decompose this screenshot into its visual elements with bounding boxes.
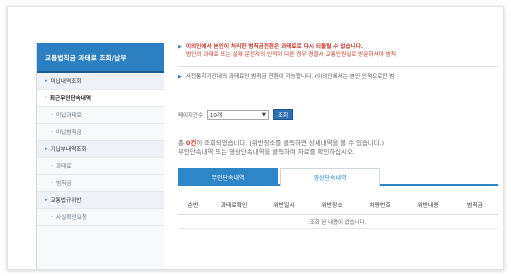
dot-icon: · bbox=[45, 95, 47, 101]
column-header: 위반내용 bbox=[417, 203, 439, 209]
column-header: 차량번호 bbox=[369, 203, 391, 209]
results-table: 순번 과태료확인 위반일시 위반장소 차량번호 위반내용 범칙금 조회 된 내용… bbox=[178, 195, 498, 229]
screenshot-frame: 교통법칙금 과태료 조회/납부 ▸ 미납내역조회 · 최근무인단속내역 - 미납… bbox=[7, 6, 504, 270]
sidebar-item-label: 최근무인단속내역 bbox=[49, 96, 92, 102]
divider bbox=[178, 66, 498, 67]
arrow-right-icon: ▶ bbox=[178, 44, 182, 50]
page-size-label: 페이지건수 bbox=[178, 112, 203, 119]
notice-line: 이의인에서 본인이 처리한 범칙금전환은 과태료로 다시 되돌릴 수 없습니다. bbox=[185, 44, 364, 50]
sidebar-item-traffic-violation[interactable]: ▸ 교통법규위반 bbox=[37, 192, 164, 209]
column-header: 범칙금 bbox=[467, 203, 483, 209]
column-header: 위반장소 bbox=[321, 203, 343, 209]
arrow-right-icon: ▸ bbox=[45, 197, 48, 203]
sidebar-item-paid-fine[interactable]: - 과태료 bbox=[37, 158, 164, 175]
notice-box: ▶ 이의인에서 본인이 처리한 범칙금전환은 과태료로 다시 되돌릴 수 없습니… bbox=[178, 43, 498, 81]
result-count: 0건 bbox=[185, 139, 197, 147]
result-text: 이 조회되었습니다. (위반장소를 클릭하면 상세내역을 볼 수 있습니다.) bbox=[196, 139, 385, 147]
empty-message: 조회 된 내용이 없습니다. bbox=[178, 215, 498, 229]
sidebar-item-paid-inquiry[interactable]: ▸ 기납부내역조회 bbox=[37, 141, 164, 158]
arrow-right-icon: ▶ bbox=[178, 74, 182, 80]
chevron-down-icon: ▼ bbox=[261, 111, 266, 118]
page-size-value: 10개 bbox=[209, 112, 223, 119]
tab-unmanned-enforcement[interactable]: 무인단속내역 bbox=[178, 168, 278, 186]
column-header: 순번 bbox=[187, 203, 199, 209]
sidebar-menu: ▸ 미납내역조회 · 최근무인단속내역 - 미납과태료 - 미납범칙금 ▸ 기납… bbox=[37, 73, 164, 269]
notice-line: 사전통지기간내의 과태료만 범칙금 전환이 가능합니다. (이의인에서는 본인 … bbox=[185, 74, 395, 80]
sidebar-item-label: 범칙금 bbox=[56, 181, 72, 187]
arrow-right-icon: ▸ bbox=[45, 78, 48, 84]
sidebar-item-label: 교통법규위반 bbox=[50, 198, 82, 204]
arrow-right-icon: ▸ bbox=[45, 146, 48, 152]
sidebar-item-unpaid-fine[interactable]: - 미납과태료 bbox=[37, 107, 164, 124]
table-header: 순번 과태료확인 위반일시 위반장소 차량번호 위반내용 범칙금 bbox=[178, 195, 498, 215]
dash-icon: - bbox=[51, 214, 54, 220]
notice-line: 범인의 과태료 또는 실제 운전자의 인적이 다른 경우 경찰서 교통민원실로 … bbox=[186, 52, 396, 58]
sidebar-item-label: 미납범칙금 bbox=[56, 130, 82, 136]
sidebar-item-unpaid-inquiry[interactable]: ▸ 미납내역조회 bbox=[37, 73, 164, 90]
search-button[interactable]: 조회 bbox=[272, 109, 294, 120]
sidebar-item-label: 과태료 bbox=[56, 164, 72, 170]
sidebar-item-recent-enforcement[interactable]: · 최근무인단속내역 bbox=[37, 90, 164, 107]
column-header: 과태료확인 bbox=[220, 203, 248, 209]
main-content: ▶ 이의인에서 본인이 처리한 범칙금전환은 과태료로 다시 되돌릴 수 없습니… bbox=[178, 43, 498, 269]
result-prefix: 총 bbox=[178, 139, 186, 147]
page-size-select[interactable]: 10개 ▼ bbox=[206, 109, 269, 120]
result-hint: 무인단속내역 또는 영상단속내역을 클릭하여 자료를 확인하십시오. bbox=[178, 148, 355, 156]
sidebar-item-fact-check[interactable]: - 사실확인요청 bbox=[37, 209, 164, 226]
tab-bar: 무인단속내역 영상단속내역 bbox=[178, 168, 498, 186]
sidebar-item-label: 미납과태료 bbox=[56, 113, 82, 119]
dash-icon: - bbox=[51, 112, 54, 118]
sidebar-item-label: 사실확인요청 bbox=[56, 215, 87, 221]
sidebar-item-label: 기납부내역조회 bbox=[50, 147, 87, 153]
tab-video-enforcement[interactable]: 영상단속내역 bbox=[280, 168, 380, 186]
sidebar-item-unpaid-penalty[interactable]: - 미납범칙금 bbox=[37, 124, 164, 141]
dash-icon: - bbox=[51, 163, 54, 169]
result-summary: 총 0건이 조회되었습니다. (위반장소를 클릭하면 상세내역을 볼 수 있습니… bbox=[178, 139, 384, 157]
search-controls: 페이지건수 10개 ▼ 조회 bbox=[178, 109, 294, 120]
sidebar: 교통법칙금 과태료 조회/납부 ▸ 미납내역조회 · 최근무인단속내역 - 미납… bbox=[36, 43, 164, 269]
sidebar-item-paid-penalty[interactable]: - 범칙금 bbox=[37, 175, 164, 192]
sidebar-item-label: 미납내역조회 bbox=[50, 79, 82, 85]
dash-icon: - bbox=[51, 129, 54, 135]
column-header: 위반일시 bbox=[273, 203, 295, 209]
dash-icon: - bbox=[51, 180, 54, 186]
sidebar-title: 교통법칙금 과태료 조회/납부 bbox=[37, 43, 164, 73]
